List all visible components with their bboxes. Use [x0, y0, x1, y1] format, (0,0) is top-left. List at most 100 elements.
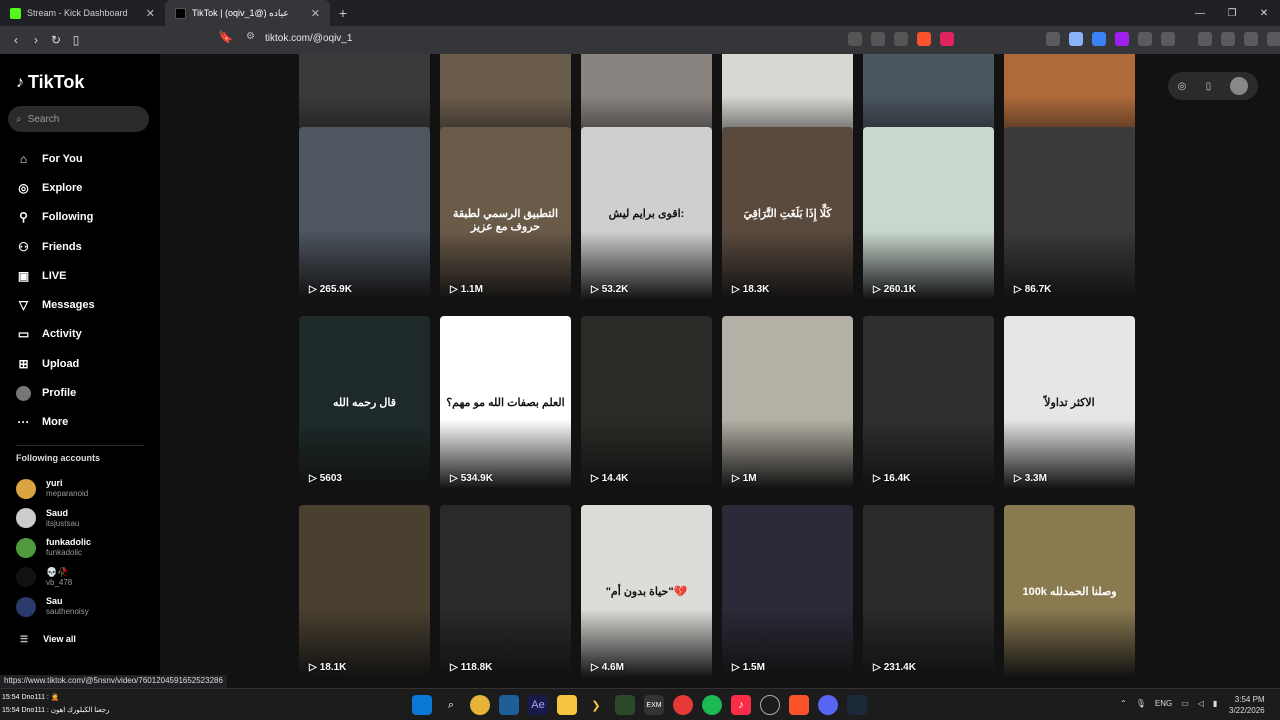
after-effects-icon[interactable]: Ae	[528, 695, 548, 715]
extension-icon[interactable]	[1069, 32, 1083, 46]
nav-upload[interactable]: ⊞ Upload	[16, 349, 95, 378]
tab-tiktok[interactable]: TikTok | (oqiv_1@) عياده ✕	[165, 0, 330, 26]
discord-icon[interactable]	[818, 695, 838, 715]
minimize-icon[interactable]: —	[1184, 0, 1216, 26]
extension-icon[interactable]	[1161, 32, 1175, 46]
nav-following[interactable]: ⚲ Following	[16, 203, 95, 232]
video-thumbnail[interactable]: ▷ 16.4K	[863, 316, 994, 489]
messages-icon: ▽	[18, 298, 29, 313]
microphone-icon[interactable]: 🎙	[1136, 699, 1146, 708]
avatar[interactable]	[1230, 77, 1249, 95]
brave-icon[interactable]	[789, 695, 809, 715]
video-thumbnail[interactable]: ▷ 265.9K	[299, 127, 430, 300]
wallet-icon[interactable]	[1244, 32, 1258, 46]
video-thumbnail[interactable]: ▷ 14.4K	[581, 316, 712, 489]
compass-icon[interactable]: ◎	[1178, 81, 1187, 92]
network-icon[interactable]: ▭	[1181, 699, 1189, 708]
search-icon[interactable]: ⌕	[441, 695, 461, 715]
view-all-button[interactable]: ☰ View all	[20, 634, 76, 645]
brave-rewards-icon[interactable]	[940, 32, 954, 46]
url-field[interactable]: tiktok.com/@oqiv_1	[265, 33, 352, 44]
app-icon[interactable]	[673, 695, 693, 715]
site-info-icon[interactable]: ⚙	[246, 31, 255, 42]
play-icon: ▷	[732, 662, 740, 673]
nav-profile[interactable]: Profile	[16, 378, 95, 407]
video-thumbnail[interactable]: ▷ 1.5M	[722, 505, 853, 678]
nav-messages[interactable]: ▽ Messages	[16, 290, 95, 319]
video-thumbnail[interactable]: كَلَّا إِذَا بَلَغَتِ التَّرَاقِيَ ▷ 18.3K	[722, 127, 853, 300]
video-thumbnail[interactable]: ▷ 86.7K	[1004, 127, 1135, 300]
app-icon[interactable]: EXM	[644, 695, 664, 715]
video-thumbnail[interactable]: التطبيق الرسمي لطبقة حروف مع عزيز ▷ 1.1M	[440, 127, 571, 300]
close-tab-icon[interactable]: ✕	[146, 7, 155, 20]
video-thumbnail[interactable]: ▷ 18.1K	[299, 505, 430, 678]
video-thumbnail[interactable]: ▷ 1M	[722, 316, 853, 489]
sidebar-icon[interactable]	[1221, 32, 1235, 46]
tab-title: Stream - Kick Dashboard	[27, 8, 128, 18]
nav-explore[interactable]: ◎ Explore	[16, 173, 95, 202]
account-item[interactable]: Saud itsjustsau	[16, 504, 91, 533]
spotify-icon[interactable]	[702, 695, 722, 715]
app-icon[interactable]	[760, 695, 780, 715]
nav-friends[interactable]: ⚇ Friends	[16, 232, 95, 261]
nav-for-you[interactable]: ⌂ For You	[16, 144, 95, 173]
steam-icon[interactable]	[847, 695, 867, 715]
volume-icon[interactable]: ◁	[1198, 699, 1204, 708]
video-thumbnail[interactable]: العلم بصفات الله مو مهم؟ ▷ 534.9K	[440, 316, 571, 489]
video-thumbnail[interactable]: اقوى برايم ليش: ▷ 53.2K	[581, 127, 712, 300]
bookmark-icon[interactable]: 🔖	[218, 30, 233, 44]
nav-activity[interactable]: ▭ Activity	[16, 320, 95, 349]
close-window-icon[interactable]: ✕	[1248, 0, 1280, 26]
translate-icon[interactable]	[848, 32, 862, 46]
extension-icon[interactable]	[1115, 32, 1129, 46]
extension-icons	[1046, 32, 1280, 46]
back-icon[interactable]: ‹	[6, 30, 26, 50]
account-item[interactable]: 💀🥀 vb_478	[16, 563, 91, 592]
new-tab-button[interactable]: +	[330, 0, 356, 26]
tiktok-logo-icon: ♪	[16, 73, 24, 91]
app-icon[interactable]: ❯	[586, 695, 606, 715]
forward-icon[interactable]: ›	[26, 30, 46, 50]
sidebar-toggle-icon[interactable]: ▯	[66, 30, 86, 50]
video-thumbnail[interactable]: 100k وصلنا الحمدلله	[1004, 505, 1135, 678]
app-icon[interactable]	[499, 695, 519, 715]
nav-more[interactable]: ··· More	[16, 408, 95, 437]
video-thumbnail[interactable]: ▷ 260.1K	[863, 127, 994, 300]
account-item[interactable]: Sau sauthenoisy	[16, 592, 91, 621]
leo-icon[interactable]	[1267, 32, 1280, 46]
clock[interactable]: 3:54 PM 3/22/2026	[1229, 694, 1265, 716]
play-icon: ▷	[873, 662, 881, 673]
language-indicator[interactable]: ENG	[1155, 699, 1172, 708]
video-thumbnail[interactable]: "حياة بدون أم"💔 ▷ 4.6M	[581, 505, 712, 678]
video-thumbnail[interactable]: الاكثر تداولاً ▷ 3.3M	[1004, 316, 1135, 489]
close-tab-icon[interactable]: ✕	[311, 7, 320, 20]
share-icon[interactable]	[894, 32, 908, 46]
battery-icon[interactable]: ▮	[1213, 699, 1217, 708]
file-explorer-icon[interactable]	[557, 695, 577, 715]
video-thumbnail[interactable]: ▷ 231.4K	[863, 505, 994, 678]
video-thumbnail[interactable]: قال رحمه الله ▷ 5603	[299, 316, 430, 489]
brave-shield-icon[interactable]	[917, 32, 931, 46]
music-icon[interactable]: ♪	[731, 695, 751, 715]
windows-start-icon[interactable]	[412, 695, 432, 715]
tiktok-logo[interactable]: ♪ TikTok	[16, 72, 84, 93]
account-item[interactable]: yuri meparanoid	[16, 474, 91, 503]
app-icon[interactable]	[615, 695, 635, 715]
cast-icon[interactable]	[871, 32, 885, 46]
app-icon[interactable]	[470, 695, 490, 715]
extension-icon[interactable]	[1046, 32, 1060, 46]
video-thumbnail[interactable]: ▷ 118.8K	[440, 505, 571, 678]
tray-chevron-icon[interactable]: ⌃	[1120, 699, 1127, 708]
tab-kick-dashboard[interactable]: Stream - Kick Dashboard ✕	[0, 0, 165, 26]
nav-live[interactable]: ▣ LIVE	[16, 261, 95, 290]
extension-icon[interactable]	[1092, 32, 1106, 46]
search-input[interactable]: ⌕ Search	[8, 106, 149, 132]
puzzle-icon[interactable]	[1138, 32, 1152, 46]
music-icon[interactable]	[1198, 32, 1212, 46]
phone-icon[interactable]: ▯	[1206, 81, 1212, 92]
profile-avatar	[16, 385, 31, 401]
reload-icon[interactable]: ↻	[46, 30, 66, 50]
restore-icon[interactable]: ❐	[1216, 0, 1248, 26]
avatar	[16, 596, 36, 617]
account-item[interactable]: funkadolic funkadolic	[16, 533, 91, 562]
